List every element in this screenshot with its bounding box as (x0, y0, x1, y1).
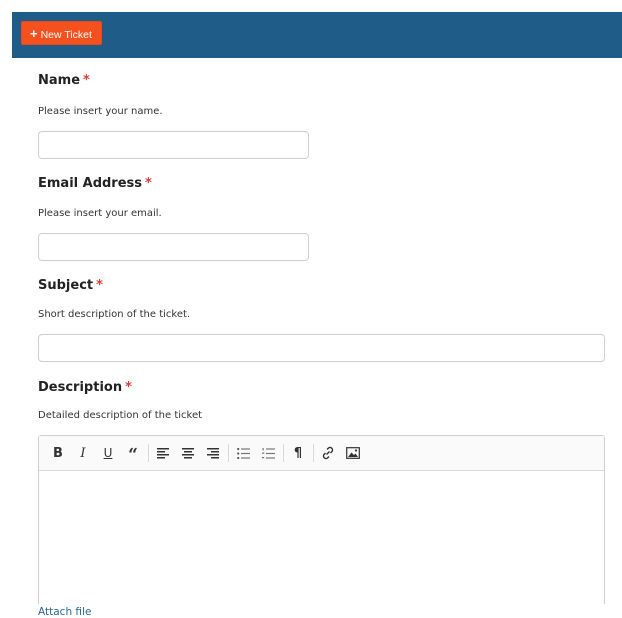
required-mark: * (125, 380, 132, 395)
new-ticket-button[interactable]: + New Ticket (21, 21, 102, 45)
plus-icon: + (30, 26, 38, 41)
image-button[interactable] (342, 442, 364, 464)
link-button[interactable] (317, 442, 339, 464)
required-mark: * (96, 278, 103, 293)
bullet-list-button[interactable] (232, 442, 254, 464)
align-left-icon (157, 447, 169, 458)
italic-button[interactable]: I (72, 442, 94, 464)
top-bar: + New Ticket (12, 12, 622, 58)
description-help: Detailed description of the ticket (38, 410, 203, 421)
name-label: Name * (38, 73, 90, 88)
subject-label: Subject * (38, 278, 103, 293)
align-right-icon (207, 447, 219, 458)
toolbar-divider (313, 444, 314, 462)
email-input[interactable] (38, 233, 309, 261)
required-mark: * (145, 176, 152, 191)
bold-button[interactable]: B (47, 442, 69, 464)
description-editor: B I U “ ¶ (38, 435, 605, 604)
image-icon (346, 447, 360, 459)
subject-input[interactable] (38, 334, 605, 362)
new-ticket-label: New Ticket (40, 29, 92, 41)
required-mark: * (83, 73, 90, 88)
align-center-icon (182, 447, 194, 458)
email-label: Email Address * (38, 176, 152, 191)
toolbar-divider (228, 444, 229, 462)
align-right-button[interactable] (202, 442, 224, 464)
description-textarea[interactable] (39, 471, 604, 603)
subject-help: Short description of the ticket. (38, 309, 191, 320)
name-help: Please insert your name. (38, 106, 163, 117)
name-input[interactable] (38, 131, 309, 159)
numbered-list-icon (261, 447, 275, 459)
description-label: Description * (38, 380, 132, 395)
align-left-button[interactable] (152, 442, 174, 464)
email-help: Please insert your email. (38, 208, 162, 219)
align-center-button[interactable] (177, 442, 199, 464)
paragraph-button[interactable]: ¶ (287, 442, 309, 464)
quote-button[interactable]: “ (122, 442, 144, 465)
bullet-list-icon (236, 447, 250, 459)
editor-toolbar: B I U “ ¶ (39, 436, 604, 471)
toolbar-divider (148, 444, 149, 462)
numbered-list-button[interactable] (257, 442, 279, 464)
attach-file-link[interactable]: Attach file (38, 606, 91, 618)
underline-button[interactable]: U (97, 442, 119, 464)
link-icon (322, 446, 334, 460)
toolbar-divider (283, 444, 284, 462)
